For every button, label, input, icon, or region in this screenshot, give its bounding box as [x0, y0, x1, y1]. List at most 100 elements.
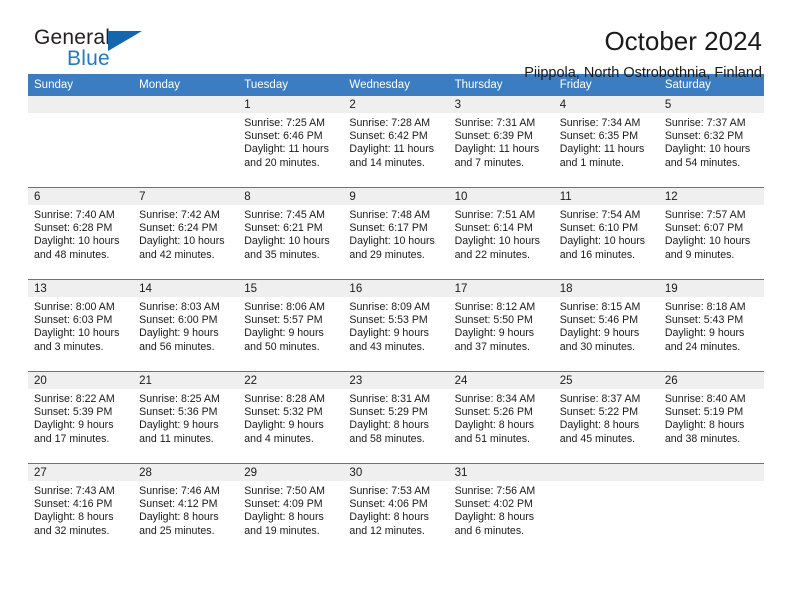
daylight-duration-line1: Daylight: 9 hours [139, 327, 219, 340]
day-number: 16 [343, 280, 449, 297]
sunrise-time: Sunrise: 7:37 AM [664, 117, 746, 129]
calendar-day-cell[interactable]: 17 Sunrise: 8:12 AM Sunset: 5:50 PM Dayligh… [448, 279, 554, 372]
day-details: Sunrise: 8:03 AM Sunset: 6:00 PM Daylight:… [133, 297, 238, 354]
calendar-day-cell[interactable]: 3 Sunrise: 7:31 AM Sunset: 6:39 PM Daylight… [448, 96, 554, 188]
daylight-duration-line1: Daylight: 8 hours [454, 419, 535, 432]
calendar-week-row: 20 Sunrise: 8:22 AM Sunset: 5:39 PM Dayligh… [28, 371, 764, 464]
calendar-day-cell[interactable]: 14 Sunrise: 8:03 AM Sunset: 6:00 PM Dayligh… [133, 279, 239, 372]
daylight-duration-line1: Daylight: 9 hours [139, 419, 219, 432]
daylight-duration-line1: Daylight: 9 hours [34, 419, 114, 432]
calendar-day-cell[interactable]: 16 Sunrise: 8:09 AM Sunset: 5:53 PM Dayligh… [343, 279, 449, 372]
day-number: 3 [448, 96, 554, 113]
sunset-time: Sunset: 6:46 PM [244, 130, 323, 143]
day-number: 24 [448, 372, 554, 389]
calendar-day-cell-empty [553, 463, 659, 555]
sunrise-time: Sunrise: 8:06 AM [244, 301, 325, 313]
daylight-duration-line2: and 30 minutes. [559, 340, 636, 353]
calendar-day-cell[interactable]: 8 Sunrise: 7:45 AM Sunset: 6:21 PM Daylight… [238, 187, 344, 280]
calendar-day-cell[interactable]: 29 Sunrise: 7:50 AM Sunset: 4:09 PM Dayligh… [238, 463, 344, 555]
day-number [658, 464, 764, 481]
day-details: Sunrise: 7:43 AM Sunset: 4:16 PM Daylight:… [28, 481, 133, 538]
calendar-day-cell[interactable]: 11 Sunrise: 7:54 AM Sunset: 6:10 PM Dayligh… [553, 187, 659, 280]
day-details: Sunrise: 7:48 AM Sunset: 6:17 PM Daylight:… [343, 205, 448, 262]
calendar-day-cell[interactable]: 9 Sunrise: 7:48 AM Sunset: 6:17 PM Daylight… [343, 187, 449, 280]
calendar-day-cell-empty [133, 96, 239, 188]
daylight-duration-line1: Daylight: 9 hours [664, 327, 745, 340]
day-number: 5 [658, 96, 764, 113]
calendar-day-cell[interactable]: 28 Sunrise: 7:46 AM Sunset: 4:12 PM Dayligh… [133, 463, 239, 555]
page-title: October 2024 [604, 26, 762, 56]
calendar-day-cell[interactable]: 20 Sunrise: 8:22 AM Sunset: 5:39 PM Dayligh… [28, 371, 134, 464]
day-details: Sunrise: 7:28 AM Sunset: 6:42 PM Daylight:… [343, 113, 448, 170]
daylight-duration-line2: and 16 minutes. [559, 248, 636, 261]
calendar-day-cell[interactable]: 30 Sunrise: 7:53 AM Sunset: 4:06 PM Dayligh… [343, 463, 449, 555]
daylight-duration-line2: and 6 minutes. [454, 524, 525, 537]
day-number: 17 [448, 280, 554, 297]
daylight-duration-line2: and 12 minutes. [349, 524, 425, 537]
weekday-header-wednesday: Wednesday [343, 74, 449, 96]
sunrise-time: Sunrise: 8:00 AM [34, 301, 115, 313]
daylight-duration-line1: Daylight: 10 hours [244, 235, 330, 248]
calendar-day-cell[interactable]: 19 Sunrise: 8:18 AM Sunset: 5:43 PM Dayligh… [658, 279, 764, 372]
daylight-duration-line2: and 43 minutes. [349, 340, 425, 353]
daylight-duration-line2: and 9 minutes. [664, 248, 735, 261]
sunrise-time: Sunrise: 8:09 AM [349, 301, 431, 313]
calendar-day-cell[interactable]: 5 Sunrise: 7:37 AM Sunset: 6:32 PM Daylight… [658, 96, 764, 188]
daylight-duration-line1: Daylight: 10 hours [34, 327, 120, 340]
calendar-day-cell[interactable]: 13 Sunrise: 8:00 AM Sunset: 6:03 PM Dayligh… [28, 279, 134, 372]
day-details: Sunrise: 8:09 AM Sunset: 5:53 PM Daylight:… [343, 297, 448, 354]
daylight-duration-line1: Daylight: 10 hours [454, 235, 540, 248]
calendar-day-cell[interactable]: 15 Sunrise: 8:06 AM Sunset: 5:57 PM Dayligh… [238, 279, 344, 372]
daylight-duration-line1: Daylight: 11 hours [244, 143, 329, 156]
calendar-day-cell[interactable]: 26 Sunrise: 8:40 AM Sunset: 5:19 PM Dayligh… [658, 371, 764, 464]
sunset-time: Sunset: 6:17 PM [349, 222, 428, 235]
day-number [133, 96, 239, 113]
calendar-day-cell-empty [28, 96, 134, 188]
day-number [28, 96, 134, 113]
logo-triangle-icon [108, 31, 142, 51]
day-number: 23 [343, 372, 449, 389]
day-details: Sunrise: 7:54 AM Sunset: 6:10 PM Daylight:… [554, 205, 659, 262]
calendar-week-row: 13 Sunrise: 8:00 AM Sunset: 6:03 PM Dayligh… [28, 279, 764, 372]
daylight-duration-line1: Daylight: 9 hours [244, 419, 324, 432]
day-details: Sunrise: 8:37 AM Sunset: 5:22 PM Daylight:… [554, 389, 659, 446]
calendar-day-cell[interactable]: 12 Sunrise: 7:57 AM Sunset: 6:07 PM Dayligh… [658, 187, 764, 280]
daylight-duration-line2: and 32 minutes. [34, 524, 110, 537]
calendar-day-cell[interactable]: 22 Sunrise: 8:28 AM Sunset: 5:32 PM Dayligh… [238, 371, 344, 464]
daylight-duration-line1: Daylight: 8 hours [454, 511, 535, 524]
day-details: Sunrise: 7:31 AM Sunset: 6:39 PM Daylight:… [449, 113, 554, 170]
sunrise-time: Sunrise: 7:54 AM [559, 209, 641, 221]
calendar-day-cell[interactable]: 23 Sunrise: 8:31 AM Sunset: 5:29 PM Dayligh… [343, 371, 449, 464]
daylight-duration-line1: Daylight: 8 hours [34, 511, 114, 524]
calendar-day-cell[interactable]: 2 Sunrise: 7:28 AM Sunset: 6:42 PM Daylight… [343, 96, 449, 188]
daylight-duration-line1: Daylight: 8 hours [349, 511, 429, 524]
calendar-day-cell[interactable]: 31 Sunrise: 7:56 AM Sunset: 4:02 PM Dayligh… [448, 463, 554, 555]
daylight-duration-line1: Daylight: 11 hours [349, 143, 435, 156]
daylight-duration-line2: and 1 minute. [559, 156, 624, 169]
calendar-day-cell[interactable]: 1 Sunrise: 7:25 AM Sunset: 6:46 PM Daylight… [238, 96, 344, 188]
daylight-duration-line2: and 58 minutes. [349, 432, 425, 445]
calendar-day-cell[interactable]: 18 Sunrise: 8:15 AM Sunset: 5:46 PM Dayligh… [553, 279, 659, 372]
day-number: 7 [133, 188, 239, 205]
title-block: October 2024 Piippola, North Ostrobothni… [524, 26, 764, 82]
calendar-day-cell[interactable]: 27 Sunrise: 7:43 AM Sunset: 4:16 PM Dayligh… [28, 463, 134, 555]
calendar-day-cell[interactable]: 4 Sunrise: 7:34 AM Sunset: 6:35 PM Daylight… [553, 96, 659, 188]
sunrise-time: Sunrise: 8:37 AM [559, 393, 641, 405]
day-details: Sunrise: 8:34 AM Sunset: 5:26 PM Daylight:… [449, 389, 554, 446]
calendar-day-cell[interactable]: 6 Sunrise: 7:40 AM Sunset: 6:28 PM Daylight… [28, 187, 134, 280]
calendar-day-cell[interactable]: 10 Sunrise: 7:51 AM Sunset: 6:14 PM Dayligh… [448, 187, 554, 280]
sunrise-time: Sunrise: 7:42 AM [139, 209, 220, 221]
sunrise-time: Sunrise: 7:48 AM [349, 209, 431, 221]
day-number: 10 [448, 188, 554, 205]
calendar-week-row: 1 Sunrise: 7:25 AM Sunset: 6:46 PM Daylight… [28, 96, 764, 188]
daylight-duration-line1: Daylight: 8 hours [244, 511, 324, 524]
calendar-day-cell[interactable]: 7 Sunrise: 7:42 AM Sunset: 6:24 PM Daylight… [133, 187, 239, 280]
calendar-day-cell[interactable]: 25 Sunrise: 8:37 AM Sunset: 5:22 PM Dayligh… [553, 371, 659, 464]
calendar-day-cell[interactable]: 24 Sunrise: 8:34 AM Sunset: 5:26 PM Dayligh… [448, 371, 554, 464]
daylight-duration-line2: and 14 minutes. [349, 156, 425, 169]
calendar-day-cell[interactable]: 21 Sunrise: 8:25 AM Sunset: 5:36 PM Dayligh… [133, 371, 239, 464]
daylight-duration-line2: and 11 minutes. [139, 432, 214, 445]
sunset-time: Sunset: 6:42 PM [349, 130, 428, 143]
general-blue-logo[interactable]: General Blue [34, 26, 154, 78]
sunset-time: Sunset: 6:03 PM [34, 314, 113, 327]
